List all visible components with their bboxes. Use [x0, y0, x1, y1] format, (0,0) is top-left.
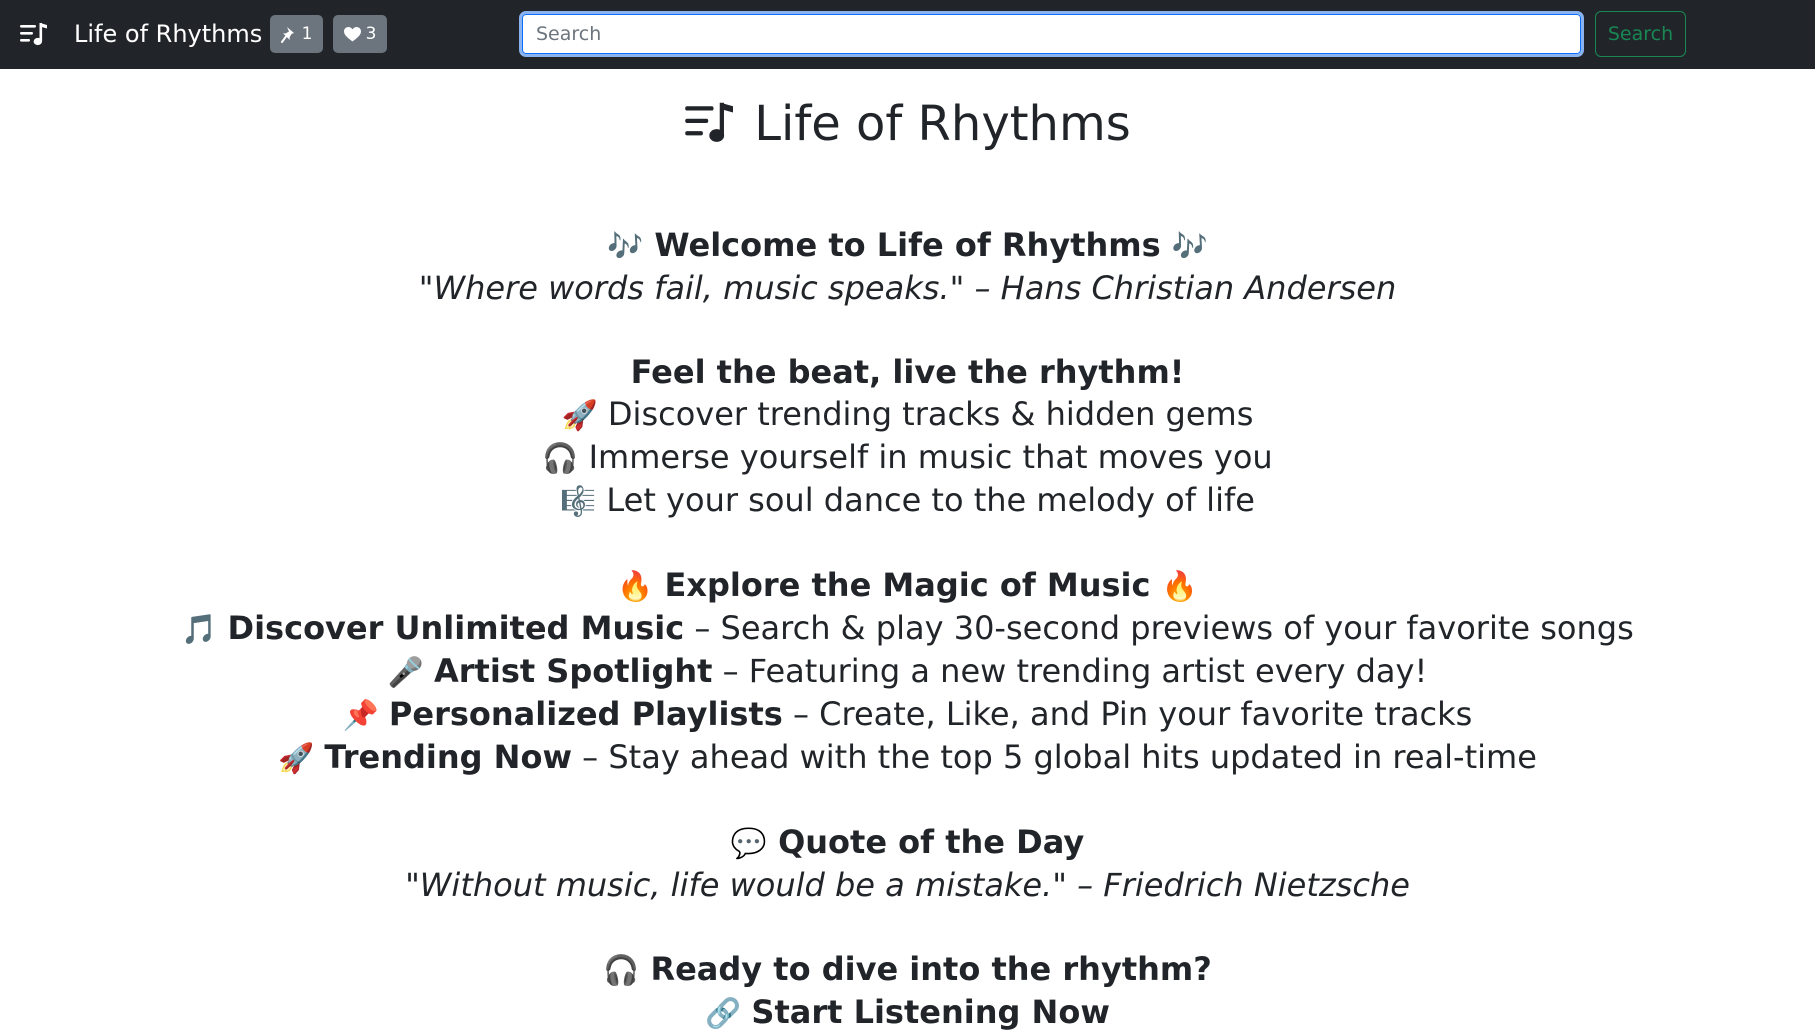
tagline-heading: Feel the beat, live the rhythm!: [630, 353, 1185, 391]
tagline-item: 🚀 Discover trending tracks & hidden gems: [0, 393, 1815, 436]
page-title-text: Life of Rhythms: [754, 96, 1131, 152]
tagline-item-text: Discover trending tracks & hidden gems: [607, 395, 1254, 433]
liked-count: 3: [365, 24, 377, 44]
pin-icon: [280, 26, 294, 43]
search-button[interactable]: Search: [1595, 11, 1686, 57]
feature-item: 🚀 Trending Now – Stay ahead with the top…: [0, 736, 1815, 779]
page-title: Life of Rhythms: [0, 92, 1815, 156]
cta-heading-text: Ready to dive into the rhythm?: [650, 950, 1212, 988]
headphones-icon: 🎧: [603, 953, 640, 987]
feature-title: Discover Unlimited Music: [227, 609, 685, 647]
quote-of-day-text: "Without music, life would be a mistake.…: [405, 866, 1410, 904]
musical-score-icon: 🎼: [560, 484, 597, 518]
music-note-list-icon[interactable]: [20, 22, 48, 48]
tagline-item: 🎧 Immerse yourself in music that moves y…: [0, 436, 1815, 479]
feature-description: – Stay ahead with the top 5 global hits …: [582, 738, 1537, 776]
feature-description: – Featuring a new trending artist every …: [722, 652, 1428, 690]
fire-icon: 🔥: [617, 569, 654, 603]
feature-item: 🎤 Artist Spotlight – Featuring a new tre…: [0, 650, 1815, 693]
feature-description: – Create, Like, and Pin your favorite tr…: [792, 695, 1473, 733]
feature-description: – Search & play 30-second previews of yo…: [694, 609, 1634, 647]
pushpin-icon: 📌: [342, 698, 379, 732]
top-navbar: Life of Rhythms 1 3 Search: [0, 0, 1815, 69]
navbar-brand[interactable]: Life of Rhythms: [74, 18, 262, 50]
speech-bubble-icon: 💬: [730, 826, 767, 860]
explore-heading-text: Explore the Magic of Music: [664, 566, 1151, 604]
explore-heading: 🔥 Explore the Magic of Music 🔥: [0, 564, 1815, 607]
tagline-item-text: Immerse yourself in music that moves you: [588, 438, 1273, 476]
cta-link-row: 🔗 Start Listening Now: [0, 991, 1815, 1034]
headphones-icon: 🎧: [542, 441, 579, 475]
tagline-item-text: Let your soul dance to the melody of lif…: [606, 481, 1255, 519]
music-note-list-icon: [685, 102, 734, 142]
pinned-count: 1: [301, 24, 313, 44]
welcome-heading: 🎶 Welcome to Life of Rhythms 🎶: [0, 224, 1815, 267]
tagline-item: 🎼 Let your soul dance to the melody of l…: [0, 479, 1815, 522]
heart-icon: [343, 26, 361, 41]
rocket-icon: 🚀: [561, 398, 598, 432]
welcome-heading-text: Welcome to Life of Rhythms: [654, 226, 1161, 264]
feature-title: Personalized Playlists: [388, 695, 783, 733]
musical-notes-icon: 🎶: [1171, 229, 1208, 263]
feature-title: Artist Spotlight: [434, 652, 713, 690]
welcome-quote: "Where words fail, music speaks." – Hans…: [418, 269, 1397, 307]
pinned-count-badge[interactable]: 1: [270, 15, 323, 53]
feature-item: 🎵 Discover Unlimited Music – Search & pl…: [0, 607, 1815, 650]
quote-of-day-heading: 💬 Quote of the Day: [0, 821, 1815, 864]
quote-of-day-heading-text: Quote of the Day: [778, 823, 1085, 861]
fire-icon: 🔥: [1161, 569, 1198, 603]
search-input[interactable]: [519, 11, 1584, 57]
home-content: 🎶 Welcome to Life of Rhythms 🎶 "Where wo…: [0, 224, 1815, 1034]
liked-count-badge[interactable]: 3: [333, 15, 387, 53]
musical-note-icon: 🎵: [181, 612, 218, 646]
microphone-icon: 🎤: [387, 655, 424, 689]
feature-item: 📌 Personalized Playlists – Create, Like,…: [0, 693, 1815, 736]
start-listening-link[interactable]: Start Listening Now: [751, 993, 1109, 1031]
musical-notes-icon: 🎶: [607, 229, 644, 263]
rocket-icon: 🚀: [278, 741, 315, 775]
feature-title: Trending Now: [324, 738, 572, 776]
cta-heading: 🎧 Ready to dive into the rhythm?: [0, 948, 1815, 991]
link-icon: 🔗: [705, 996, 742, 1030]
